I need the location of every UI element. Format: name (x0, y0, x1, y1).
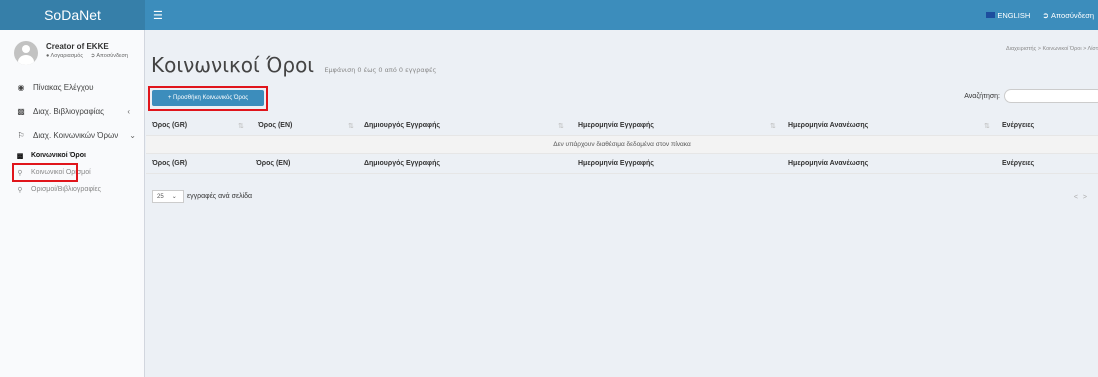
col-footer-created-date: Ημερομηνία Εγγραφής (578, 160, 654, 167)
page-title: Κοινωνικοί Όροι Εμφάνιση 0 έως 0 από 0 ε… (151, 53, 436, 77)
col-footer-term-gr: Όρος (GR) (152, 160, 188, 167)
col-header-actions[interactable]: ⇅ Ενέργειες (984, 122, 1098, 130)
main-content: Διαχειριστής > Κοινωνικοί Όροι > Λίστ Κο… (146, 30, 1098, 377)
user-signout-label: Αποσύνδεση (96, 53, 128, 59)
col-footer-term-en: Όρος (EN) (256, 160, 291, 167)
col-header-creator[interactable]: ⇅ Δημιουργός Εγγραφής (348, 122, 566, 130)
pin-icon: ⚲ (17, 186, 23, 194)
sort-icon: ⇅ (348, 123, 354, 130)
col-header-label: Ημερομηνία Εγγραφής (578, 122, 654, 129)
chevron-down-icon: ⌄ (171, 194, 177, 200)
search-input[interactable] (1004, 89, 1098, 103)
book-icon: ▩ (16, 152, 24, 160)
col-header-label: Δημιουργός Εγγραφής (364, 122, 440, 129)
col-footer-creator: Δημιουργός Εγγραφής (364, 160, 440, 167)
chevron-left-icon: ‹ (127, 106, 130, 116)
sort-icon: ⇅ (558, 123, 564, 130)
dashboard-icon: ◉ (17, 82, 25, 92)
sort-icon: ⇅ (984, 123, 990, 130)
page-size-select[interactable]: 25 ⌄ (152, 190, 184, 203)
sidebar-item-label: Διαχ. Κοινωνικών Όρων (33, 130, 119, 140)
sidebar-item-label: Πίνακας Ελέγχου (33, 82, 94, 92)
app-logo[interactable]: SoDaNet (0, 0, 145, 30)
top-navbar: ☰ ENGLISH ➲ Αποσύνδεση (145, 0, 1098, 30)
col-header-term-gr[interactable]: Όρος (GR) (146, 122, 246, 129)
col-header-created-date[interactable]: ⇅ Ημερομηνία Εγγραφής (558, 122, 778, 130)
language-switch[interactable]: ENGLISH (986, 11, 1030, 20)
user-panel: Creator of EKKE ● Λογαριασμός ➲ Αποσύνδε… (0, 30, 144, 70)
table-footer-row: Όρος (GR) Όρος (EN) Δημιουργός Εγγραφής … (146, 154, 1098, 174)
highlight-box-button (148, 86, 268, 111)
page-title-text: Κοινωνικοί Όροι (151, 53, 315, 77)
highlight-box-sidebar (12, 163, 78, 182)
sort-icon: ⇅ (238, 123, 244, 130)
col-header-label: Όρος (EN) (258, 122, 293, 129)
page-subtitle: Εμφάνιση 0 έως 0 από 0 εγγραφές (324, 66, 437, 74)
col-header-updated-date[interactable]: ⇅ Ημερομηνία Ανανέωσης (770, 122, 992, 130)
breadcrumb: Διαχειριστής > Κοινωνικοί Όροι > Λίστ (1005, 46, 1098, 52)
sidebar-item-dashboard[interactable]: ◉ Πίνακας Ελέγχου (0, 75, 144, 99)
page-size-value: 25 (157, 193, 164, 200)
sidebar-subitem-definitions-bibliographies[interactable]: ⚲ Ορισμοί/Βιβλιογραφίες (0, 181, 144, 198)
sort-icon: ⇅ (770, 123, 776, 130)
flag-icon (986, 12, 996, 18)
hamburger-icon[interactable]: ☰ (153, 9, 167, 22)
empty-table-message: Δεν υπάρχουν διαθέσιμα δεδομένα στον πίν… (146, 136, 1098, 154)
table-header-row: Όρος (GR) ⇅ Όρος (EN) ⇅ Δημιουργός Εγγραφή… (146, 116, 1098, 136)
flag-icon: ⚐ (17, 130, 25, 140)
user-name: Creator of EKKE (46, 42, 109, 51)
book-icon: ▩ (17, 106, 25, 116)
profile-link-label: Λογαριασμός (50, 53, 84, 59)
page-size-control: 25 ⌄ εγγραφές ανά σελίδα (152, 190, 252, 203)
sidebar-item-bibliography[interactable]: ▩ Διαχ. Βιβλιογραφίας ‹ (0, 99, 144, 123)
sidebar-subitem-social-terms[interactable]: ▩ Κοινωνικοί Όροι (0, 147, 144, 164)
col-header-label: Ενέργειες (1002, 122, 1035, 129)
sidebar-item-social-terms[interactable]: ⚐ Διαχ. Κοινωνικών Όρων ⌄ (0, 123, 144, 147)
page-size-label: εγγραφές ανά σελίδα (187, 193, 253, 200)
search-label: Αναζήτηση: (964, 93, 1000, 100)
col-footer-updated-date: Ημερομηνία Ανανέωσης (788, 160, 869, 167)
chevron-down-icon: ⌄ (129, 130, 136, 140)
pager-prev-button[interactable]: < (1074, 194, 1083, 201)
col-header-term-en[interactable]: ⇅ Όρος (EN) (238, 122, 356, 130)
sidebar-item-label: Διαχ. Βιβλιογραφίας (33, 106, 104, 116)
signout-label: Αποσύνδεση (1050, 10, 1094, 20)
avatar (14, 41, 38, 65)
language-label: ENGLISH (997, 10, 1031, 20)
sidebar-subitem-label: Κοινωνικοί Όροι (31, 152, 86, 159)
col-header-label: Όρος (GR) (152, 122, 188, 129)
signout-icon: ➲ (1042, 10, 1049, 20)
pager-next-button[interactable]: > (1083, 194, 1092, 201)
data-table: Όρος (GR) ⇅ Όρος (EN) ⇅ Δημιουργός Εγγραφή… (146, 116, 1098, 174)
col-footer-actions: Ενέργειες (1002, 160, 1035, 167)
pagination: <> (1074, 194, 1092, 201)
sidebar: Creator of EKKE ● Λογαριασμός ➲ Αποσύνδε… (0, 30, 145, 377)
profile-link[interactable]: ● Λογαριασμός (46, 53, 86, 59)
user-signout-link[interactable]: ➲ Αποσύνδεση (91, 53, 131, 59)
signout-link[interactable]: ➲ Αποσύνδεση (1042, 11, 1094, 20)
sidebar-subitem-label: Ορισμοί/Βιβλιογραφίες (31, 186, 102, 193)
col-header-label: Ημερομηνία Ανανέωσης (788, 122, 869, 129)
